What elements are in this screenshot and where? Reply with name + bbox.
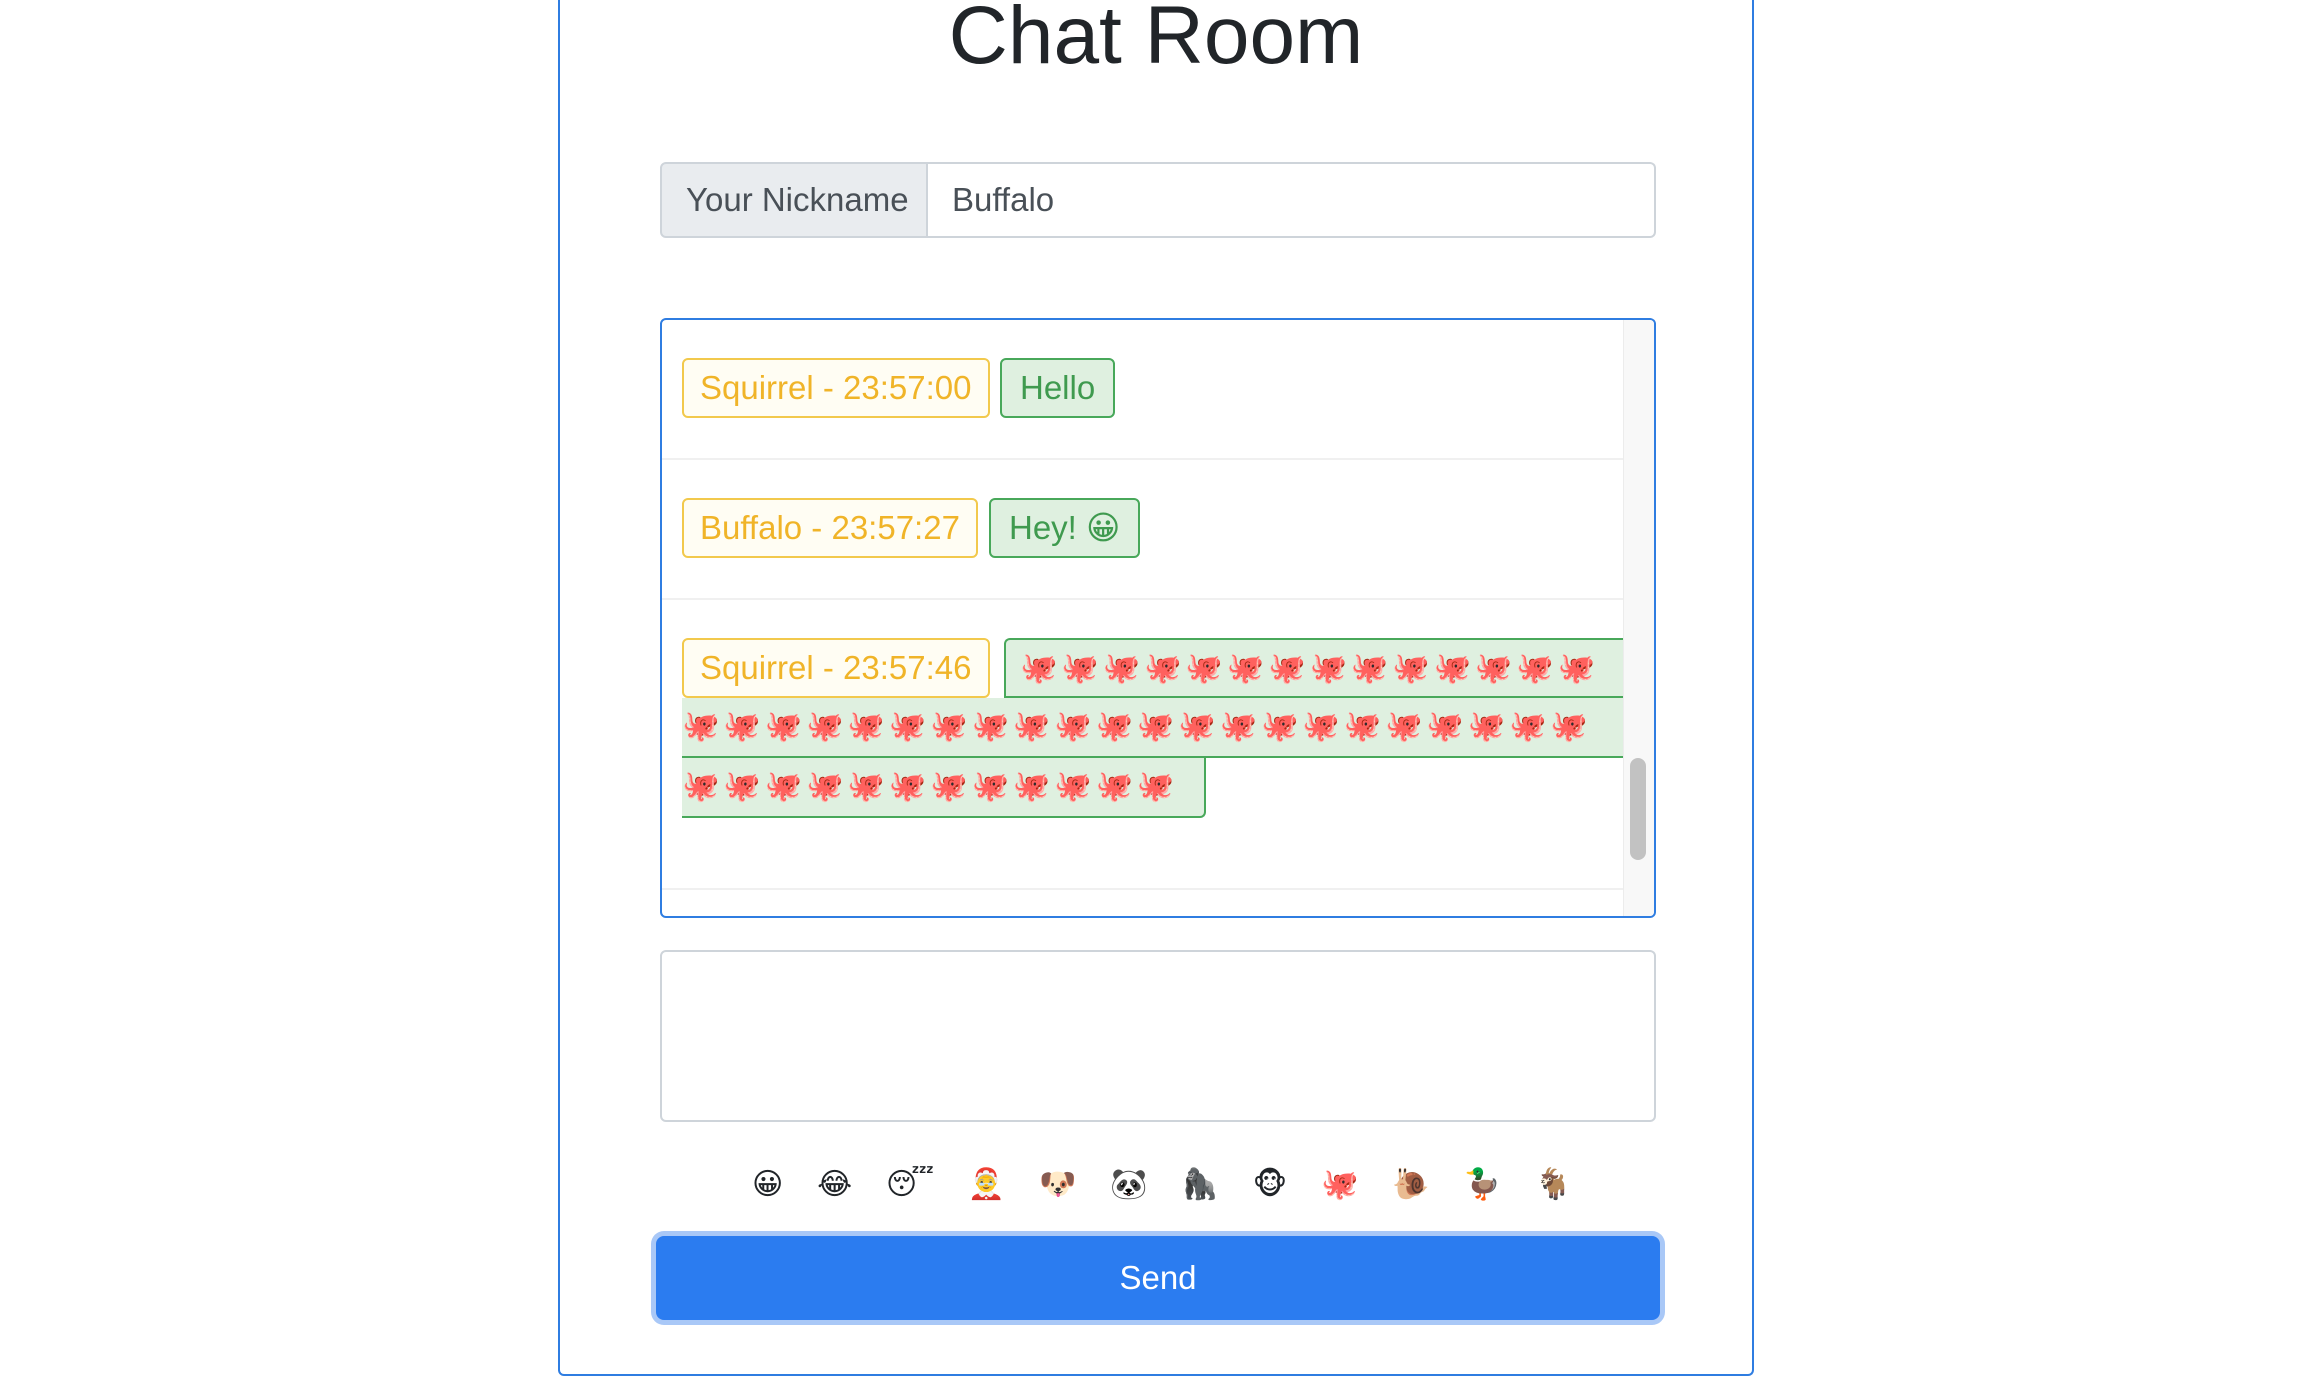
- scrollbar-track[interactable]: [1623, 320, 1654, 916]
- emoji-joy-button[interactable]: 😂: [817, 1160, 852, 1210]
- message-input[interactable]: [660, 950, 1656, 1122]
- emoji-octopus-button[interactable]: 🐙: [1321, 1160, 1358, 1210]
- emoji-sleeping-button[interactable]: 😴: [886, 1160, 934, 1210]
- emoji-panda-button[interactable]: 🐼: [1110, 1160, 1147, 1210]
- emoji-dog-button[interactable]: 🐶: [1039, 1160, 1076, 1210]
- message-text: Hello: [1000, 358, 1116, 418]
- send-button[interactable]: Send: [656, 1236, 1660, 1320]
- message-sender-time: Buffalo - 23:57:27: [682, 498, 978, 558]
- emoji-gorilla-button[interactable]: 🦍: [1181, 1160, 1218, 1210]
- nickname-input[interactable]: Buffalo: [928, 162, 1656, 238]
- message-text-line: 🐙🐙🐙🐙🐙🐙🐙🐙🐙🐙🐙🐙🐙🐙🐙🐙🐙🐙🐙🐙🐙🐙: [682, 698, 1628, 758]
- message-item: Squirrel - 23:57:46 🐙🐙🐙🐙🐙🐙🐙🐙🐙🐙🐙🐙🐙🐙 🐙🐙🐙🐙🐙…: [662, 600, 1628, 890]
- message-sender-time: Squirrel - 23:57:00: [682, 358, 990, 418]
- emoji-picker: 😀 😂 😴 🤶 🐶 🐼 🦍 🐵 🐙 🐌 🦆 🐐: [752, 1160, 1572, 1210]
- message-text-line: 🐙🐙🐙🐙🐙🐙🐙🐙🐙🐙🐙🐙: [682, 758, 1206, 818]
- scrollbar-thumb[interactable]: [1630, 758, 1646, 860]
- emoji-mrs-claus-button[interactable]: 🤶: [968, 1160, 1005, 1210]
- page-title: Chat Room: [948, 0, 1364, 81]
- emoji-monkey-button[interactable]: 🐵: [1253, 1160, 1288, 1210]
- emoji-grinning-button[interactable]: 😀: [752, 1160, 783, 1210]
- message-list[interactable]: Squirrel - 23:57:00 Hello Buffalo - 23:5…: [660, 318, 1656, 918]
- emoji-snail-button[interactable]: 🐌: [1392, 1160, 1429, 1210]
- emoji-duck-button[interactable]: 🦆: [1463, 1160, 1500, 1210]
- message-text: Hey! 😀: [989, 498, 1141, 558]
- message-item: Squirrel - 23:57:00 Hello: [662, 320, 1628, 460]
- message-text-line: 🐙🐙🐙🐙🐙🐙🐙🐙🐙🐙🐙🐙🐙🐙: [1004, 638, 1628, 698]
- message-sender-time: Squirrel - 23:57:46: [682, 638, 990, 698]
- nickname-label: Your Nickname: [660, 162, 928, 238]
- emoji-goat-button[interactable]: 🐐: [1535, 1160, 1572, 1210]
- nickname-input-group: Your Nickname Buffalo: [660, 162, 1656, 238]
- message-item: Buffalo - 23:57:27 Hey! 😀: [662, 460, 1628, 600]
